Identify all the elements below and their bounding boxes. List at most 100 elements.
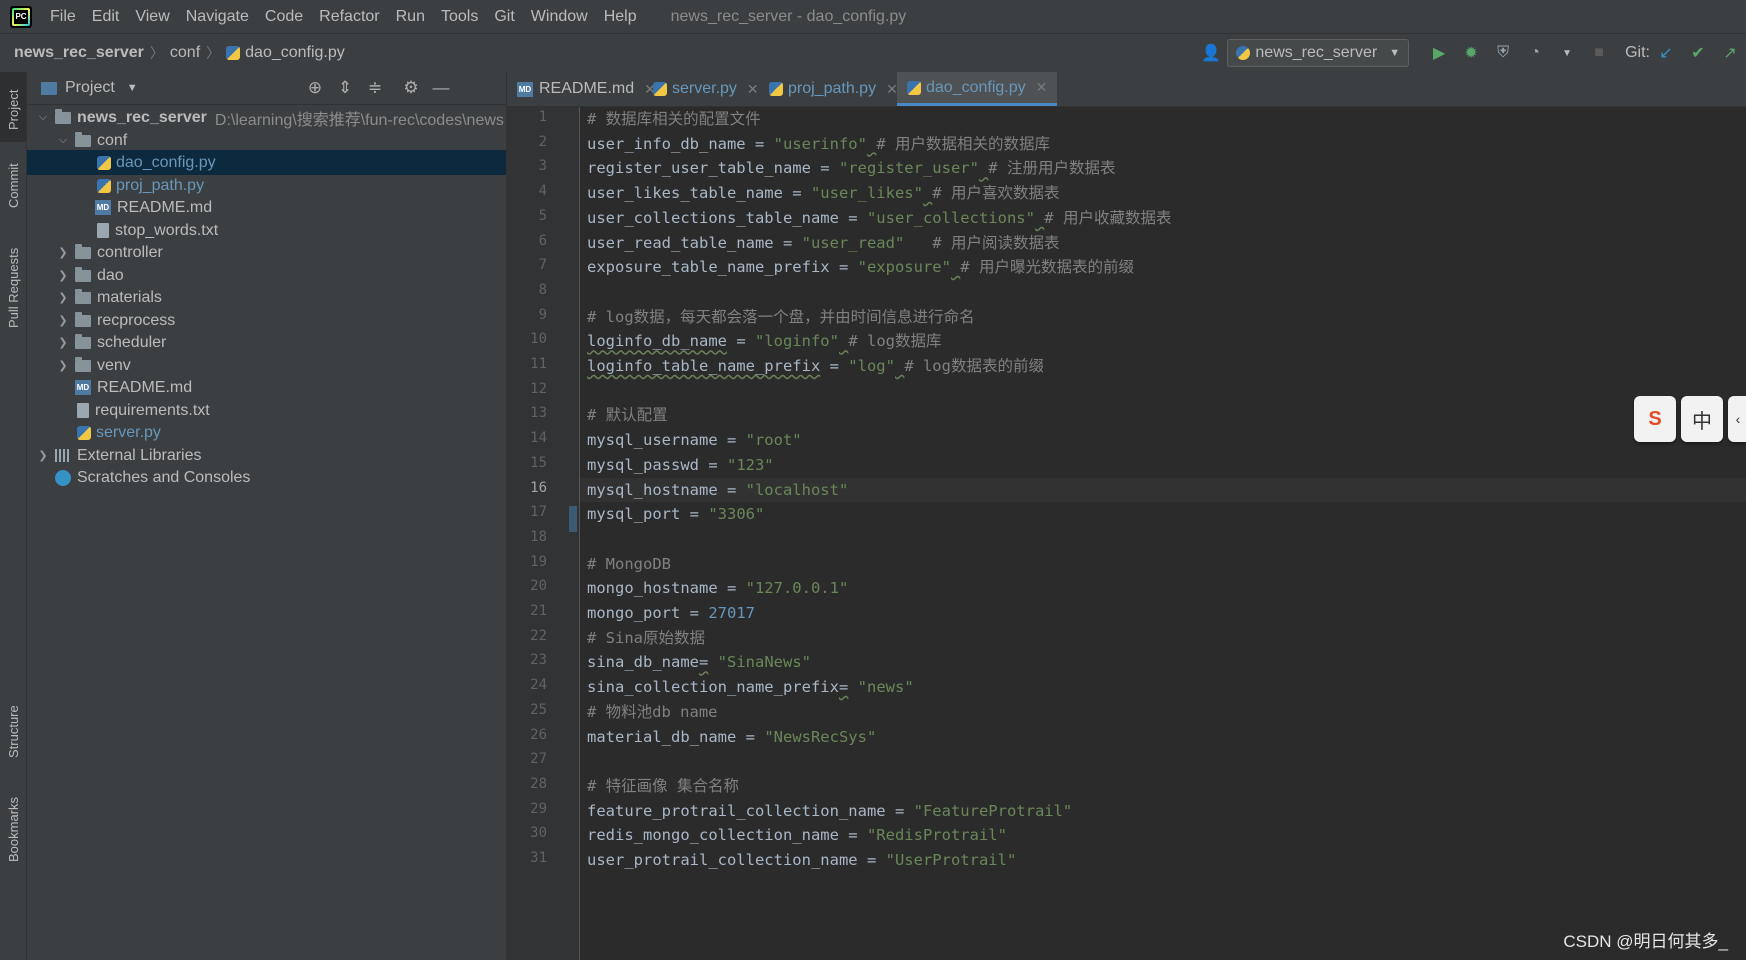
tree-item-materials[interactable]: ❯ materials [27,285,506,310]
code-line[interactable]: # Sina原始数据 [587,626,705,651]
code-line[interactable]: mysql_username = "root" [587,428,802,453]
debug-icon[interactable]: ✹ [1458,40,1484,66]
git-update-icon[interactable]: ↙ [1653,40,1679,66]
code-line[interactable]: # 数据库相关的配置文件 [587,107,761,132]
code-token: sina_db_name [587,653,699,672]
tree-item-controller[interactable]: ❯ controller [27,240,506,265]
code-token: mysql_username = [587,431,746,450]
tree-root[interactable]: ⌵ news_rec_server D:\learning\搜索推荐\fun-r… [27,105,506,130]
menu-file[interactable]: File [42,8,84,26]
code-line[interactable]: # 物料池db name [587,700,718,725]
chevron-down-icon[interactable]: ▼ [127,82,138,94]
tree-item-label: conf [97,131,128,149]
code-line[interactable]: # 默认配置 [587,403,668,428]
git-push-icon[interactable]: ↗ [1717,40,1743,66]
chevron-right-icon[interactable]: ❯ [35,449,51,462]
breadcrumb-conf[interactable]: conf [170,44,200,62]
sogou-ime-icon[interactable]: S [1634,396,1676,442]
tree-item-scratches[interactable]: Scratches and Consoles [27,465,506,490]
collapse-all-icon[interactable]: ≑ [363,76,387,100]
profile-icon[interactable]: ◔ [1522,40,1548,66]
code-line[interactable]: register_user_table_name = "register_use… [587,156,1115,181]
code-line[interactable]: material_db_name = "NewsRecSys" [587,725,876,750]
side-tab-project[interactable]: Project [0,72,26,142]
side-tab-pull-requests[interactable]: Pull Requests [0,232,26,332]
code-line[interactable]: user_read_table_name = "user_read" # 用户阅… [587,231,1059,256]
code-line[interactable]: user_collections_table_name = "user_coll… [587,206,1171,231]
menu-view[interactable]: View [127,8,177,26]
code-line[interactable]: mysql_hostname = "localhost" [580,477,1746,503]
tree-item-dao-config[interactable]: dao_config.py [27,150,506,175]
tree-item-readme-root[interactable]: MD README.md [27,375,506,400]
code-line[interactable]: # 特征画像 集合名称 [587,774,739,799]
tree-item-scheduler[interactable]: ❯ scheduler [27,330,506,355]
menu-refactor[interactable]: Refactor [311,8,387,26]
menu-run[interactable]: Run [388,8,433,26]
code-line[interactable]: sina_collection_name_prefix= "news" [587,675,914,700]
menu-git[interactable]: Git [486,8,522,26]
code-line[interactable]: exposure_table_name_prefix = "exposure" … [587,255,1134,280]
code-line[interactable]: user_info_db_name = "userinfo" # 用户数据相关的… [587,132,1050,157]
tree-item-label: proj_path.py [116,176,205,194]
locate-file-icon[interactable]: ⊕ [303,76,327,100]
breadcrumb-file[interactable]: dao_config.py [245,44,345,62]
project-panel-title[interactable]: Project [65,79,115,97]
run-config-dropdown[interactable]: news_rec_server ▼ [1227,39,1410,67]
code-line[interactable]: mysql_passwd = "123" [587,453,774,478]
tab-dao-config[interactable]: dao_config.py ✕ [897,72,1058,106]
side-tab-commit[interactable]: Commit [0,150,26,220]
text-file-icon [97,223,109,238]
run-icon[interactable]: ▶ [1426,40,1452,66]
code-line[interactable]: loginfo_db_name = "loginfo" # log数据库 [587,329,942,354]
ime-more-button[interactable]: ‹ [1728,396,1746,442]
ime-mode-toggle[interactable]: 中 [1681,396,1723,442]
code-line[interactable]: sina_db_name= "SinaNews" [587,650,811,675]
tree-item-server[interactable]: server.py [27,420,506,445]
code-line[interactable]: # MongoDB [587,552,671,577]
code-token: "loginfo" [754,332,839,351]
chevron-down-icon[interactable]: ⌵ [35,111,51,124]
git-commit-icon[interactable]: ✔ [1685,40,1711,66]
code-line[interactable]: user_likes_table_name = "user_likes" # 用… [587,181,1059,206]
more-run-options-icon[interactable]: ▼ [1554,40,1580,66]
chevron-right-icon[interactable]: ❯ [55,246,71,259]
side-tab-structure[interactable]: Structure [0,682,26,762]
menu-window[interactable]: Window [523,8,596,26]
menu-code[interactable]: Code [257,8,311,26]
code-line[interactable]: loginfo_table_name_prefix = "log" # log数… [587,354,1044,379]
menu-tools[interactable]: Tools [433,8,486,26]
expand-all-icon[interactable]: ⇕ [333,76,357,100]
close-icon[interactable]: ✕ [1036,79,1048,96]
chevron-right-icon[interactable]: ❯ [55,314,71,327]
code-line[interactable]: mysql_port = "3306" [587,502,764,527]
user-account-icon[interactable]: 👤 [1198,40,1224,66]
tab-label: dao_config.py [926,78,1026,96]
menu-help[interactable]: Help [596,8,645,26]
side-tab-bookmarks[interactable]: Bookmarks [0,776,26,866]
settings-gear-icon[interactable]: ⚙ [399,76,423,100]
coverage-icon[interactable]: ⛨ [1490,40,1516,66]
tree-item-readme-conf[interactable]: MD README.md [27,195,506,220]
menu-edit[interactable]: Edit [84,8,128,26]
chevron-right-icon[interactable]: ❯ [55,269,71,282]
tab-proj-path[interactable]: proj_path.py ✕ [759,72,908,106]
chevron-right-icon[interactable]: ❯ [55,291,71,304]
code-token: = [838,678,849,697]
folder-icon [75,266,91,282]
code-line[interactable]: mongo_hostname = "127.0.0.1" [587,576,848,601]
menu-navigate[interactable]: Navigate [178,8,257,26]
code-line[interactable]: feature_protrail_collection_name = "Feat… [587,799,1072,824]
tab-server[interactable]: server.py ✕ [643,72,769,106]
code-line[interactable]: # log数据，每天都会落一个盘，并由时间信息进行命名 [587,305,975,330]
chevron-right-icon[interactable]: ❯ [55,336,71,349]
code-line[interactable]: mongo_port = 27017 [587,601,755,626]
breadcrumb-project[interactable]: news_rec_server [14,44,144,62]
markdown-file-icon: MD [95,200,111,215]
hide-panel-icon[interactable]: — [429,76,453,100]
chevron-right-icon[interactable]: ❯ [55,359,71,372]
code-line[interactable]: redis_mongo_collection_name = "RedisProt… [587,823,1007,848]
code-line[interactable]: user_protrail_collection_name = "UserPro… [587,848,1016,873]
stop-icon[interactable]: ■ [1586,40,1612,66]
close-icon[interactable]: ✕ [747,81,759,98]
chevron-down-icon[interactable]: ⌵ [55,134,71,147]
